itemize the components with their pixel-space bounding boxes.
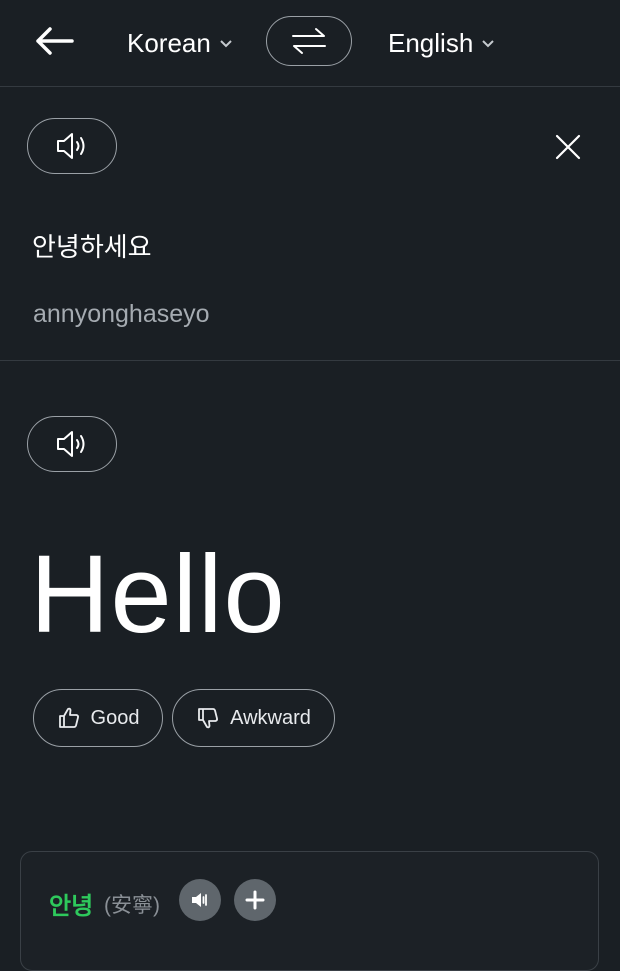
source-text[interactable]: 안녕하세요: [32, 227, 152, 264]
back-button[interactable]: [30, 22, 78, 60]
clear-button[interactable]: [552, 131, 584, 163]
awkward-label: Awkward: [230, 706, 311, 729]
source-panel: 안녕하세요 annyonghaseyo: [0, 87, 620, 361]
source-language-label: Korean: [127, 27, 211, 58]
translation-text: Hello: [30, 533, 286, 656]
close-icon: [555, 134, 581, 160]
thumbs-up-icon: [58, 707, 79, 728]
good-feedback-button[interactable]: Good: [33, 689, 163, 747]
speaker-icon: [57, 133, 85, 159]
dictionary-card: 안녕 (安寧): [20, 851, 599, 971]
good-label: Good: [90, 706, 140, 729]
thumbs-down-icon: [198, 708, 219, 729]
arrow-left-icon: [36, 27, 74, 55]
target-language-selector[interactable]: English: [388, 24, 495, 62]
dictionary-word[interactable]: 안녕: [49, 886, 93, 921]
speaker-icon: [192, 893, 207, 907]
source-language-selector[interactable]: Korean: [127, 24, 233, 62]
add-to-wordbook-button[interactable]: [234, 879, 276, 921]
dictionary-hanja: (安寧): [104, 894, 160, 917]
target-language-label: English: [388, 27, 474, 58]
chevron-down-icon: [481, 39, 495, 48]
source-speak-button[interactable]: [27, 118, 117, 174]
top-bar: Korean English: [0, 0, 620, 87]
chevron-down-icon: [219, 39, 233, 48]
awkward-feedback-button[interactable]: Awkward: [172, 689, 335, 747]
plus-icon: [245, 890, 265, 910]
swap-arrows-icon: [292, 28, 326, 54]
speaker-icon: [57, 431, 85, 457]
source-romanization: annyonghaseyo: [33, 300, 210, 328]
translation-speak-button[interactable]: [27, 416, 117, 472]
dictionary-speak-button[interactable]: [179, 879, 221, 921]
swap-languages-button[interactable]: [266, 16, 352, 66]
